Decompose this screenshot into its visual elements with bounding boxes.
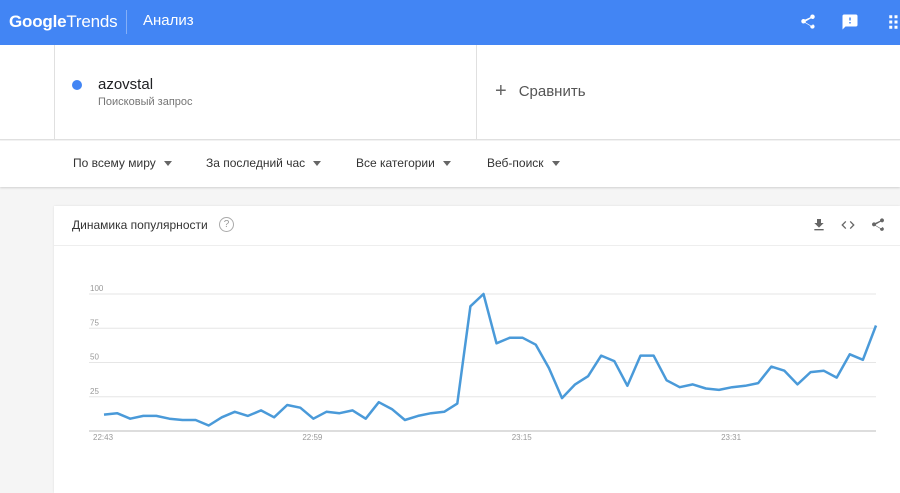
y-tick-label: 100 (90, 284, 104, 293)
series-color-dot (72, 80, 82, 90)
compare-panel: azovstal Поисковый запрос + Сравнить (0, 45, 900, 140)
search-type-filter[interactable]: Веб-поиск (487, 156, 560, 170)
dropdown-arrow-icon (163, 160, 172, 166)
search-term-name[interactable]: azovstal (98, 76, 153, 93)
search-term-type: Поисковый запрос (98, 96, 193, 108)
x-tick-label: 22:43 (93, 433, 114, 442)
x-tick-label: 23:15 (512, 433, 533, 442)
logo-google-text: Google (9, 12, 67, 31)
region-filter[interactable]: По всему миру (73, 156, 172, 170)
top-app-bar: GoogleTrends Анализ (0, 0, 900, 45)
x-tick-label: 22:59 (302, 433, 323, 442)
add-comparison-button[interactable]: + Сравнить (495, 80, 586, 102)
dropdown-arrow-icon (442, 160, 451, 166)
apps-icon[interactable] (884, 10, 900, 34)
dropdown-arrow-icon (551, 160, 560, 166)
period-filter-label: За последний час (206, 156, 306, 170)
google-trends-logo[interactable]: GoogleTrends (9, 12, 118, 32)
x-tick-label: 23:31 (721, 433, 742, 442)
y-tick-label: 25 (90, 387, 99, 396)
dropdown-arrow-icon (313, 160, 322, 166)
search-term-box[interactable]: azovstal Поисковый запрос (54, 45, 477, 140)
header-divider (126, 10, 127, 34)
interest-over-time-card: Динамика популярности ? 25 50 75 100 22:43 22… (54, 206, 900, 493)
filter-bar: По всему миру За последний час Все катег… (0, 141, 900, 187)
share-icon[interactable] (796, 10, 820, 34)
y-tick-label: 50 (90, 353, 99, 362)
series-line (103, 292, 878, 427)
interest-chart[interactable]: 25 50 75 100 22:43 22:59 23:15 23:31 (54, 206, 900, 493)
logo-trends-text: Trends (66, 12, 118, 31)
page-title: Анализ (143, 12, 194, 29)
feedback-icon[interactable] (838, 10, 862, 34)
search-type-filter-label: Веб-поиск (487, 156, 544, 170)
y-tick-label: 75 (90, 318, 99, 327)
category-filter[interactable]: Все категории (356, 156, 451, 170)
compare-label: Сравнить (518, 83, 586, 100)
category-filter-label: Все категории (356, 156, 435, 170)
plus-icon: + (495, 80, 507, 102)
region-filter-label: По всему миру (73, 156, 156, 170)
period-filter[interactable]: За последний час (206, 156, 322, 170)
